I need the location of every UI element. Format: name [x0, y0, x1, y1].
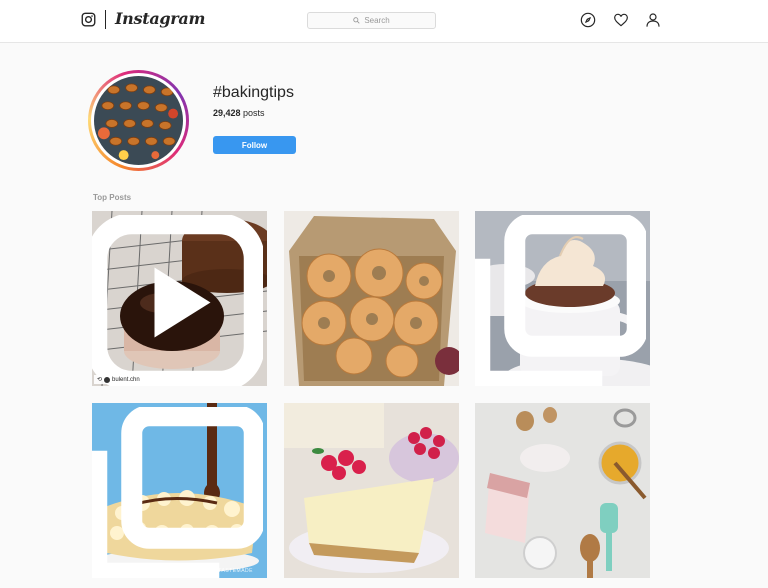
post-tile-chocolate-cake[interactable]: ⟲ bulent.chn — [92, 211, 267, 386]
heart-icon[interactable] — [613, 12, 629, 28]
madeleines-image — [94, 76, 183, 165]
top-posts-label: Top Posts — [93, 193, 132, 202]
profile-icon[interactable] — [645, 12, 661, 28]
post-tile-popcorn-cake[interactable]: TASTEMADE — [92, 403, 267, 578]
post-tile-donuts[interactable] — [284, 211, 459, 386]
hashtag-avatar — [88, 70, 189, 171]
logo-divider — [105, 10, 106, 29]
video-icon — [92, 215, 263, 386]
search-icon — [353, 17, 360, 24]
credit-avatar — [104, 376, 111, 383]
instagram-logo-icon[interactable] — [81, 12, 96, 27]
carousel-icon — [92, 407, 263, 578]
explore-compass-icon[interactable] — [580, 12, 596, 28]
repost-credit[interactable]: ⟲ bulent.chn — [94, 375, 143, 384]
hashtag-title: #bakingtips — [213, 84, 294, 101]
top-nav: Instagram Search — [0, 0, 768, 43]
search-input[interactable]: Search — [307, 12, 436, 29]
instagram-wordmark[interactable]: Instagram — [115, 9, 205, 28]
post-count: 29,428 posts — [213, 108, 265, 118]
post-count-label: posts — [243, 108, 265, 118]
baking-ingredients-image — [475, 403, 650, 578]
cheesecake-image — [284, 403, 459, 578]
tastemade-watermark: TASTEMADE — [218, 568, 253, 574]
post-tile-cheesecake[interactable] — [284, 403, 459, 578]
post-tile-cupcake[interactable] — [475, 211, 650, 386]
carousel-icon — [475, 215, 646, 386]
credit-username: bulent.chn — [112, 376, 140, 383]
post-count-number: 29,428 — [213, 108, 241, 118]
repost-icon: ⟲ — [97, 377, 103, 383]
follow-button[interactable]: Follow — [213, 136, 296, 154]
donuts-image — [284, 211, 459, 386]
search-placeholder: Search — [364, 16, 390, 25]
post-tile-baking-ingredients[interactable] — [475, 403, 650, 578]
